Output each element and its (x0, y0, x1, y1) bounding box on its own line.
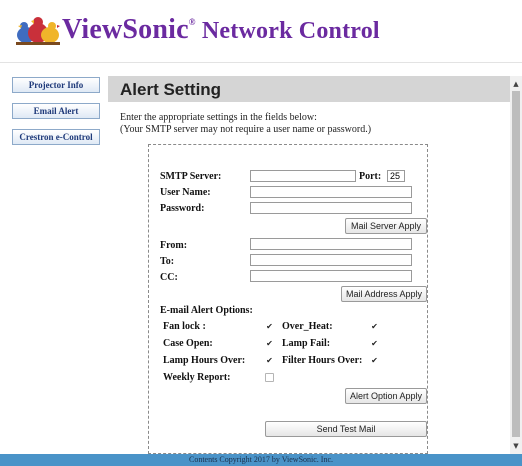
lamp-hours-over-checkbox[interactable]: ✔ (265, 356, 274, 365)
smtp-server-input[interactable] (250, 170, 356, 182)
fan-lock-label: Fan lock : (163, 321, 206, 332)
to-input[interactable] (250, 254, 412, 266)
header: ViewSonic® Network Control (0, 0, 522, 66)
sidebar-item-email-alert[interactable]: Email Alert (12, 103, 100, 119)
from-input[interactable] (250, 238, 412, 250)
password-label: Password: (160, 203, 205, 214)
sidebar: Projector Info Email Alert Crestron e-Co… (0, 66, 108, 454)
from-label: From: (160, 240, 188, 251)
port-label: Port: (359, 171, 382, 182)
filter-hours-over-checkbox[interactable]: ✔ (370, 356, 379, 365)
title-bar: Alert Setting (108, 76, 510, 102)
lamp-fail-label: Lamp Fail: (282, 338, 331, 349)
intro-text: Enter the appropriate settings in the fi… (120, 112, 371, 136)
intro-line-1: Enter the appropriate settings in the fi… (120, 112, 317, 123)
alert-settings-form: SMTP Server: Port: User Name: Password: … (148, 144, 428, 454)
arrow-down-icon[interactable]: ▼ (510, 440, 522, 452)
arrow-up-icon[interactable]: ▲ (510, 78, 522, 90)
mail-address-apply-button[interactable]: Mail Address Apply (341, 286, 427, 302)
case-open-label: Case Open: (163, 338, 213, 349)
cc-label: CC: (160, 272, 178, 283)
alert-option-apply-button[interactable]: Alert Option Apply (345, 388, 427, 404)
sidebar-item-crestron-e-control[interactable]: Crestron e-Control (12, 129, 100, 145)
send-test-mail-button[interactable]: Send Test Mail (265, 421, 427, 437)
alert-options-heading: E-mail Alert Options: (160, 305, 253, 316)
case-open-checkbox[interactable]: ✔ (265, 339, 274, 348)
user-name-label: User Name: (160, 187, 211, 198)
viewsonic-birds-icon (16, 17, 60, 45)
brand-tagline: Network Control (195, 18, 380, 44)
port-input[interactable] (387, 170, 405, 182)
vertical-scrollbar[interactable]: ▲ ▼ (510, 76, 522, 454)
footer: Contents Copyright 2017 by ViewSonic. In… (0, 454, 522, 466)
mail-server-apply-button[interactable]: Mail Server Apply (345, 218, 427, 234)
intro-line-2: (Your SMTP server may not require a user… (120, 124, 372, 135)
brand-title: ViewSonic® Network Control (62, 14, 380, 46)
over-heat-label: Over_Heat: (282, 321, 333, 332)
registered-mark: ® (188, 17, 196, 27)
scrollbar-thumb[interactable] (512, 91, 520, 437)
weekly-report-label: Weekly Report: (163, 372, 231, 383)
header-divider (0, 62, 522, 63)
fan-lock-checkbox[interactable]: ✔ (265, 322, 274, 331)
weekly-report-checkbox[interactable] (265, 373, 274, 382)
filter-hours-over-label: Filter Hours Over: (282, 355, 363, 366)
brand-name: ViewSonic (62, 14, 189, 45)
cc-input[interactable] (250, 270, 412, 282)
lamp-fail-checkbox[interactable]: ✔ (370, 339, 379, 348)
to-label: To: (160, 256, 175, 267)
over-heat-checkbox[interactable]: ✔ (370, 322, 379, 331)
user-name-input[interactable] (250, 186, 412, 198)
main-panel: Alert Setting Enter the appropriate sett… (108, 76, 510, 454)
password-input[interactable] (250, 202, 412, 214)
smtp-server-label: SMTP Server: (160, 171, 222, 182)
lamp-hours-over-label: Lamp Hours Over: (163, 355, 246, 366)
sidebar-item-projector-info[interactable]: Projector Info (12, 77, 100, 93)
page-title: Alert Setting (120, 80, 222, 99)
